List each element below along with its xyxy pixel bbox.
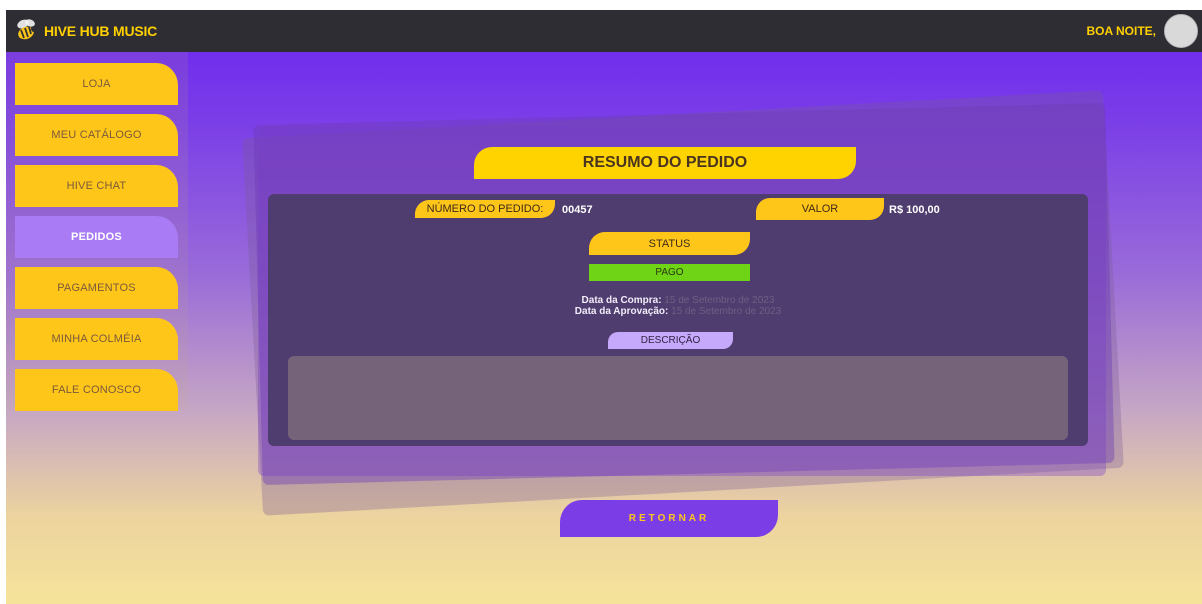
sidebar-item-pagamentos[interactable]: PAGAMENTOS: [15, 267, 178, 309]
page-title-text: RESUMO DO PEDIDO: [582, 154, 748, 171]
order-value-label-text: VALOR: [801, 203, 839, 215]
app-name: HIVE HUB MUSIC: [44, 23, 158, 39]
return-button[interactable]: RETORNAR: [560, 500, 778, 537]
sidebar-item-label: HIVE CHAT: [66, 180, 127, 192]
purchase-date-label: Data da Compra:: [581, 295, 662, 306]
sidebar-item-label: PAGAMENTOS: [57, 282, 136, 294]
status-badge: PAGO: [589, 264, 750, 281]
page-title: RESUMO DO PEDIDO: [474, 147, 856, 179]
status-label-text: STATUS: [648, 237, 691, 250]
return-button-label: RETORNAR: [628, 513, 710, 524]
logo[interactable]: HIVE HUB MUSIC: [14, 18, 157, 44]
status-badge-text: PAGO: [655, 267, 684, 278]
top-bar: HIVE HUB MUSIC BOA NOITE,: [6, 10, 1202, 52]
sidebar-item-pedidos[interactable]: PEDIDOS: [15, 216, 178, 258]
sidebar-item-meu-catalogo[interactable]: MEU CATÁLOGO: [15, 114, 178, 156]
sidebar: LOJA MEU CATÁLOGO HIVE CHAT PEDIDOS PAGA…: [6, 52, 188, 411]
sidebar-item-label: MINHA COLMÉIA: [51, 333, 142, 345]
sidebar-item-label: LOJA: [82, 78, 111, 90]
avatar[interactable]: [1164, 14, 1198, 48]
sidebar-item-minha-colmeia[interactable]: MINHA COLMÉIA: [15, 318, 178, 360]
purchase-date-value: 15 de Setembro de 2023: [664, 295, 775, 306]
order-value-label: VALOR: [756, 198, 884, 220]
approval-date-row: Data da Aprovação: 15 de Setembro de 202…: [268, 306, 1088, 317]
order-value-amount: R$ 100,00: [889, 204, 940, 216]
sidebar-item-label: PEDIDOS: [71, 231, 122, 243]
status-label: STATUS: [589, 232, 750, 255]
order-number-label-text: NÚMERO DO PEDIDO:: [426, 203, 544, 215]
greeting-text: BOA NOITE,: [1086, 24, 1156, 38]
order-number-label: NÚMERO DO PEDIDO:: [415, 200, 555, 218]
sidebar-item-label: FALE CONOSCO: [51, 384, 142, 396]
description-label: DESCRIÇÃO: [608, 332, 733, 349]
bee-icon: [17, 19, 37, 40]
app-frame: HIVE HUB MUSIC BOA NOITE, LOJA MEU CATÁL…: [6, 10, 1202, 604]
purchase-date-row: Data da Compra: 15 de Setembro de 2023: [268, 295, 1088, 306]
order-dates: Data da Compra: 15 de Setembro de 2023 D…: [268, 295, 1088, 317]
description-label-text: DESCRIÇÃO: [640, 335, 701, 346]
sidebar-item-hive-chat[interactable]: HIVE CHAT: [15, 165, 178, 207]
description-box: [288, 356, 1068, 440]
order-number-value: 00457: [562, 204, 593, 216]
approval-date-label: Data da Aprovação:: [574, 306, 669, 317]
sidebar-item-label: MEU CATÁLOGO: [51, 129, 142, 141]
sidebar-item-fale-conosco[interactable]: FALE CONOSCO: [15, 369, 178, 411]
approval-date-value: 15 de Setembro de 2023: [671, 306, 782, 317]
sidebar-item-loja[interactable]: LOJA: [15, 63, 178, 105]
